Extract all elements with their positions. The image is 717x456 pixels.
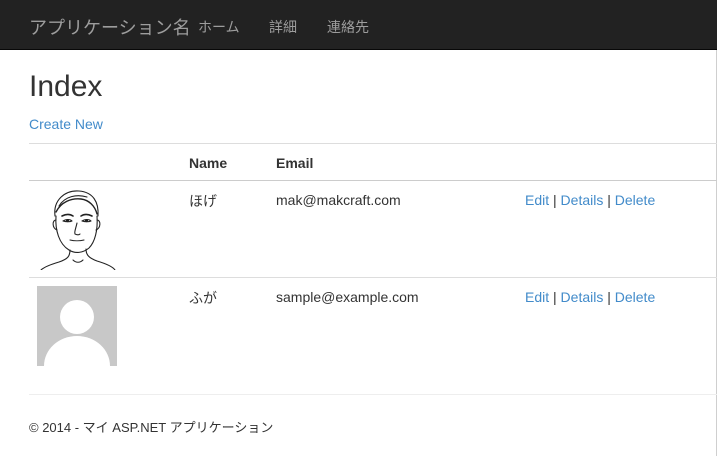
user-silhouette-icon bbox=[44, 300, 110, 366]
row-name: ほげ bbox=[189, 193, 217, 209]
nav-contact-link[interactable]: 連絡先 bbox=[327, 17, 369, 37]
name-column-header: Name bbox=[189, 155, 228, 171]
delete-link[interactable]: Delete bbox=[615, 192, 655, 208]
table-top-border bbox=[29, 143, 717, 144]
page-title: Index bbox=[29, 70, 103, 103]
create-new-link[interactable]: Create New bbox=[29, 116, 103, 132]
nav-home-link[interactable]: ホーム bbox=[198, 17, 240, 37]
row-divider bbox=[29, 277, 717, 278]
row-email: sample@example.com bbox=[276, 289, 419, 305]
footer-copyright: © 2014 - マイ ASP.NET アプリケーション bbox=[29, 420, 274, 435]
row-actions: Edit | Details | Delete bbox=[525, 289, 655, 305]
action-separator: | bbox=[553, 289, 561, 305]
email-column-header: Email bbox=[276, 155, 314, 171]
row-email: mak@makcraft.com bbox=[276, 192, 401, 208]
details-link[interactable]: Details bbox=[561, 289, 604, 305]
sketch-portrait-avatar bbox=[37, 186, 117, 270]
details-link[interactable]: Details bbox=[561, 192, 604, 208]
action-separator: | bbox=[607, 289, 615, 305]
row-actions: Edit | Details | Delete bbox=[525, 192, 655, 208]
default-user-avatar bbox=[37, 286, 117, 366]
footer-divider bbox=[29, 394, 717, 395]
edit-link[interactable]: Edit bbox=[525, 289, 549, 305]
top-navbar: アプリケーション名 ホーム 詳細 連絡先 bbox=[0, 0, 717, 50]
action-separator: | bbox=[553, 192, 561, 208]
row-name: ふが bbox=[189, 290, 217, 306]
edit-link[interactable]: Edit bbox=[525, 192, 549, 208]
nav-about-link[interactable]: 詳細 bbox=[269, 17, 297, 37]
brand-link[interactable]: アプリケーション名 bbox=[29, 14, 191, 40]
table-header-border bbox=[29, 180, 717, 181]
action-separator: | bbox=[607, 192, 615, 208]
delete-link[interactable]: Delete bbox=[615, 289, 655, 305]
